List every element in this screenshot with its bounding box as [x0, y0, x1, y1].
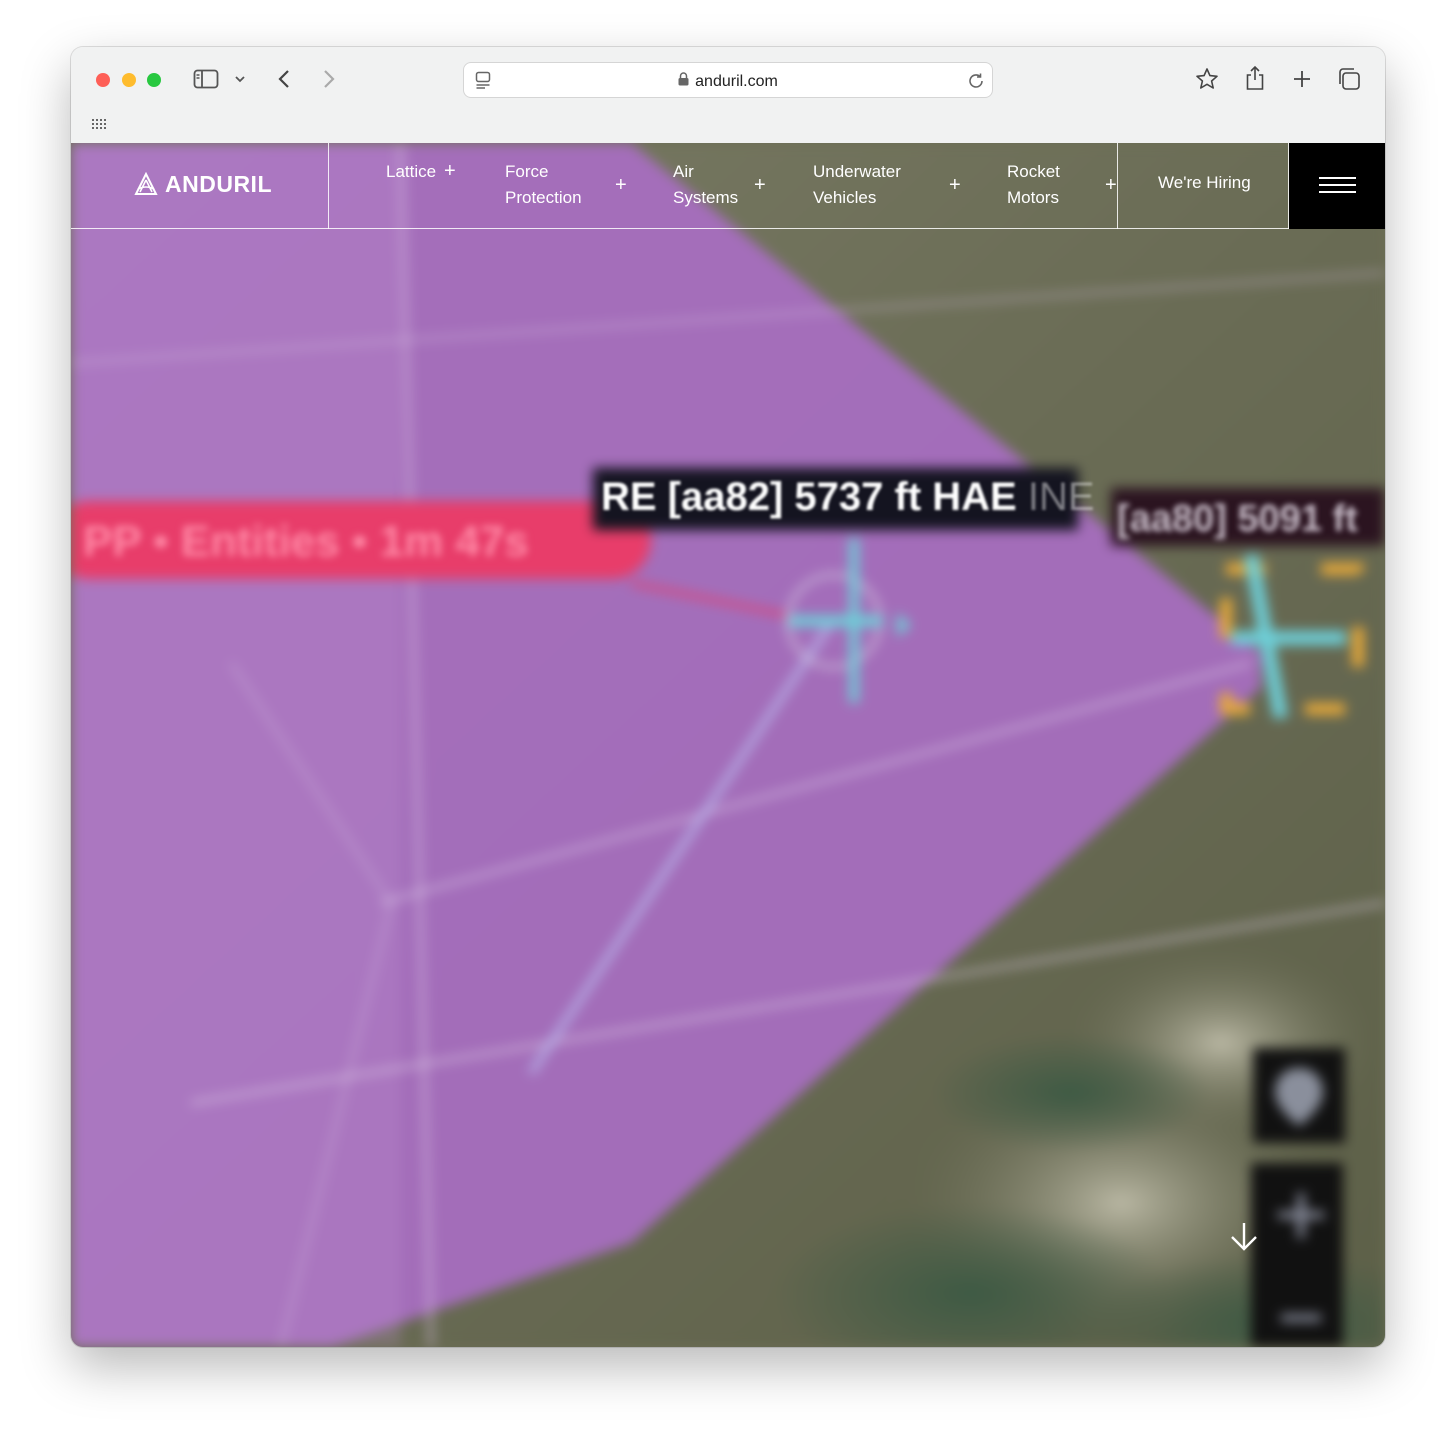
reload-icon[interactable]: [966, 71, 986, 91]
nav-item-label: Air: [673, 162, 694, 181]
tabs-overview-icon[interactable]: [1337, 67, 1361, 91]
minimize-window-button[interactable]: [122, 73, 136, 87]
logo-text: ANDURIL: [165, 171, 272, 197]
bookmark-star-icon[interactable]: [1195, 67, 1219, 91]
nav-divider: [1117, 143, 1118, 229]
lock-icon: [678, 72, 689, 91]
anduril-logo[interactable]: ANDURIL: [133, 171, 272, 198]
hamburger-menu-button[interactable]: [1289, 143, 1385, 229]
nav-item-air-systems[interactable]: Air Systems: [673, 159, 738, 211]
back-icon[interactable]: [275, 68, 293, 90]
plus-icon[interactable]: +: [444, 160, 456, 182]
plus-icon[interactable]: +: [754, 174, 766, 196]
share-icon[interactable]: [1244, 65, 1266, 91]
nav-item-label: Protection: [505, 188, 582, 207]
nav-item-label: Lattice: [386, 162, 437, 181]
track-label: RE [aa82] 5737 ft HAE INE: [601, 475, 1095, 520]
forward-icon[interactable]: [320, 68, 338, 90]
nav-item-label: Motors: [1007, 188, 1059, 207]
nav-item-force-protection[interactable]: Force Protection: [505, 159, 582, 211]
nav-item-label: Vehicles: [813, 188, 877, 207]
chevron-down-icon[interactable]: [233, 73, 247, 85]
sensor-cone-highlight: [71, 143, 401, 1347]
browser-toolbar: anduril.com: [71, 47, 1385, 143]
nav-item-rocket-motors[interactable]: Rocket Motors: [1007, 159, 1060, 211]
nav-divider: [328, 143, 329, 229]
plus-icon[interactable]: +: [949, 174, 961, 196]
nav-item-label: Underwater: [813, 162, 901, 181]
browser-window: anduril.com RE [aa82] 5737 ft HAE INE [a…: [71, 47, 1385, 1347]
site-navbar: ANDURIL Lattice + Force Protection + Air…: [71, 143, 1385, 229]
address-bar[interactable]: anduril.com: [463, 62, 993, 98]
close-window-button[interactable]: [96, 73, 110, 87]
track-label-2: [aa80] 5091 ft: [1117, 498, 1358, 540]
anduril-logo-icon: [134, 171, 158, 195]
arrow-down-icon[interactable]: [1229, 1221, 1259, 1258]
nav-item-underwater-vehicles[interactable]: Underwater Vehicles: [813, 159, 901, 211]
track-label-text: RE [aa82] 5737 ft HAE: [601, 475, 1017, 519]
new-tab-icon[interactable]: [1291, 68, 1313, 90]
apps-grid-icon[interactable]: [91, 117, 107, 131]
sidebar-icon[interactable]: [193, 69, 219, 89]
web-content: RE [aa82] 5737 ft HAE INE [aa80] 5091 ft…: [71, 143, 1385, 1347]
track-label-suffix: INE: [1027, 475, 1095, 519]
url-text[interactable]: anduril.com: [464, 72, 992, 91]
plus-icon[interactable]: +: [1105, 174, 1117, 196]
nav-item-label: Force: [505, 162, 549, 181]
plus-icon[interactable]: +: [615, 174, 627, 196]
alert-label: PP • Entities • 1m 47s: [83, 517, 529, 566]
nav-item-label: Systems: [673, 188, 739, 207]
url-label: anduril.com: [695, 73, 778, 90]
zoom-window-button[interactable]: [147, 73, 161, 87]
nav-hiring-link[interactable]: We're Hiring: [1158, 173, 1251, 193]
hero-background: [71, 143, 1385, 1347]
nav-item-lattice[interactable]: Lattice: [386, 159, 436, 185]
terrain-vegetation: [931, 1033, 1211, 1153]
nav-item-label: Rocket: [1007, 162, 1060, 181]
